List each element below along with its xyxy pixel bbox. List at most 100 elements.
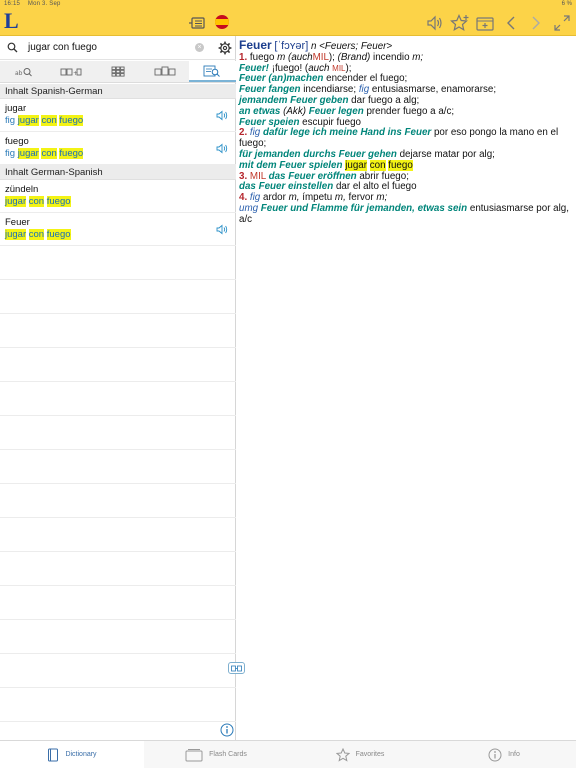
translation: dar el alto el fuego (335, 181, 417, 193)
list-item[interactable]: fuego fig jugar con fuego (0, 132, 236, 165)
mode-prefix-search[interactable]: + (47, 61, 94, 82)
match-word: con (28, 196, 45, 207)
search-input[interactable]: jugar con fuego (28, 42, 97, 53)
example: Feuer (an)machen (239, 73, 324, 85)
flashcard-add-icon (476, 17, 494, 31)
match-word: jugar (5, 229, 27, 240)
empty-row (0, 620, 236, 654)
grid-icon (111, 66, 125, 77)
translation: fervor (348, 192, 374, 204)
sense-number: 1. (239, 51, 248, 63)
section-header: Inhalt Spanish-German (0, 84, 236, 99)
example-line: umg Feuer und Flamme für jemanden, etwas… (239, 203, 570, 226)
info-icon (488, 748, 502, 761)
example: jemandem Feuer geben (239, 94, 349, 106)
empty-row (0, 586, 236, 620)
tab-label: Favorites (355, 751, 385, 758)
tab-flash-cards[interactable]: Flash Cards (144, 741, 288, 768)
clear-search-button[interactable]: × (195, 43, 204, 52)
mode-grid-search[interactable] (94, 61, 141, 82)
speaker-icon[interactable] (216, 143, 229, 154)
grammar-forms: <Feuers; Feuer> (319, 41, 393, 52)
grammar-pos: n (310, 41, 317, 52)
headword: Feuer (239, 38, 272, 52)
tab-label: Info (508, 751, 520, 758)
mode-compound-search[interactable] (142, 61, 189, 82)
translation: dar fuego a alg; (351, 94, 420, 106)
result-translation: fig jugar con fuego (5, 115, 236, 127)
sense-number: 2. (239, 127, 248, 139)
empty-row (0, 314, 236, 348)
translation: ¡fuego! ( (271, 62, 309, 74)
tab-favorites[interactable]: Favorites (288, 741, 432, 768)
example: für jemanden durchs Feuer gehen (239, 148, 397, 160)
cards-icon (185, 748, 203, 761)
empty-row (0, 654, 236, 688)
translation: incendiarse; (303, 84, 357, 96)
match-word: con (41, 115, 57, 126)
grammar: m, (334, 192, 346, 204)
book-icon (48, 748, 59, 761)
gear-icon[interactable] (218, 41, 232, 55)
pronunciation: [ˈfɔʏər] (274, 40, 309, 52)
mode-fulltext-search[interactable] (188, 61, 237, 82)
info-icon[interactable] (220, 723, 234, 737)
search-bar: jugar con fuego × (0, 36, 236, 60)
favorite-add-button[interactable] (449, 13, 471, 33)
speaker-button[interactable] (424, 13, 446, 33)
grammar: m; (412, 51, 424, 63)
sense-number: 4. (239, 192, 248, 204)
result-translation: jugar con fuego (5, 196, 236, 208)
app-logo: L (4, 8, 19, 33)
language-flag-icon[interactable] (215, 15, 229, 29)
empty-row (0, 688, 236, 722)
grammar: auch (308, 62, 330, 74)
label-fig: fig (5, 148, 16, 159)
status-battery: 6 % (561, 1, 572, 7)
example: Feuer speien (239, 116, 300, 128)
fullscreen-button[interactable] (551, 13, 573, 33)
grammar: m (auch (277, 51, 313, 63)
match-word: jugar (17, 148, 39, 159)
label-fig: fig (249, 192, 261, 204)
match-word: fuego (46, 229, 71, 240)
list-item[interactable]: zündeln jugar con fuego (0, 180, 236, 213)
translation: fuego (249, 51, 275, 63)
grammar: (Akk) (283, 105, 306, 117)
label-fig: fig (5, 115, 16, 126)
example: Feuer! (239, 62, 269, 74)
speaker-icon[interactable] (216, 110, 229, 121)
match-word: jugar (17, 115, 39, 126)
mode-headword-search[interactable]: ab (0, 61, 47, 82)
fulltext-search-icon (203, 65, 221, 77)
list-item[interactable]: jugar fig jugar con fuego (0, 99, 236, 132)
match-word: con (41, 148, 57, 159)
bottom-tab-bar: Dictionary Flash Cards Favorites Info (0, 740, 576, 768)
example: das Feuer einstellen (239, 181, 334, 193)
star-plus-icon (450, 14, 469, 32)
tab-label: Flash Cards (209, 751, 247, 758)
star-icon (335, 747, 350, 762)
top-toolbar: 16:15 Mon 3. Sep 6 % L (0, 0, 576, 36)
status-bar-left: 16:15 Mon 3. Sep (4, 1, 67, 7)
list-item[interactable]: Feuer jugar con fuego (0, 213, 236, 246)
match-word: fuego (388, 159, 413, 171)
translation: encender el fuego; (326, 73, 408, 85)
tab-dictionary[interactable]: Dictionary (0, 741, 144, 768)
tab-info[interactable]: Info (432, 741, 576, 768)
empty-row (0, 280, 236, 314)
example: dafür lege ich meine Hand ins Feuer (263, 127, 432, 139)
status-time: 16:15 (4, 1, 21, 7)
history-button[interactable] (186, 13, 208, 33)
label-mil: MIL (312, 51, 329, 63)
sense-number: 3. (239, 170, 248, 182)
forward-button[interactable] (525, 13, 547, 33)
flashcard-add-button[interactable] (474, 13, 496, 33)
tab-label: Dictionary (65, 751, 97, 758)
match-word: fuego (46, 196, 71, 207)
back-button[interactable] (500, 13, 522, 33)
speaker-icon[interactable] (216, 224, 229, 235)
punct: ); (328, 51, 335, 63)
grammar: m, (288, 192, 300, 204)
empty-row (0, 348, 236, 382)
